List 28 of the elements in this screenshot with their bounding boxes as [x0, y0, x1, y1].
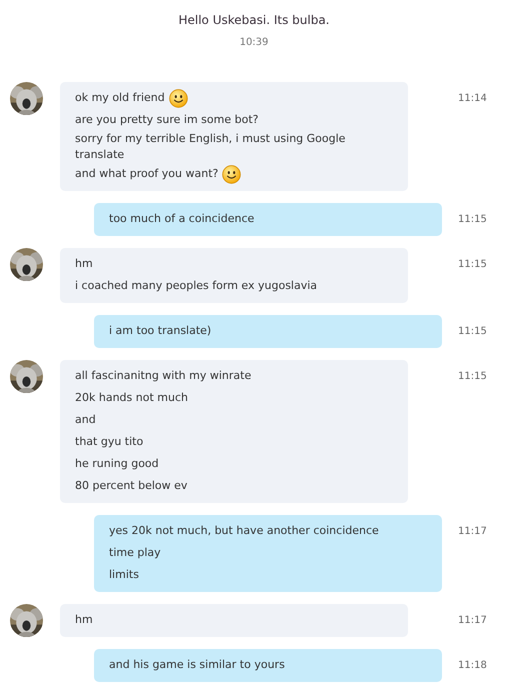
message-text: are you pretty sure im some bot? — [75, 112, 258, 128]
message-text: and — [75, 412, 96, 428]
timestamp: 11:17 — [458, 615, 487, 626]
message-text: yes 20k not much, but have another coincidence — [109, 523, 379, 539]
message-text: all fascinanitng with my winrate — [75, 368, 252, 384]
message-text: that gyu tito — [75, 434, 144, 450]
message-text: i am too translate) — [109, 323, 212, 339]
message-text: 80 percent below ev — [75, 478, 188, 494]
timestamp: 11:15 — [458, 371, 487, 382]
message-text: too much of a coincidence — [109, 211, 254, 227]
timestamp: 11:15 — [458, 326, 487, 337]
message-text: 20k hands not much — [75, 390, 188, 406]
chat-intro-message: Hello Uskebasi. Its bulba. — [178, 13, 330, 27]
message-text: time play — [109, 545, 161, 561]
timestamp: 11:15 — [458, 214, 487, 225]
message-text: ok my old friend — [75, 90, 165, 106]
message-text: and what proof you want? — [75, 166, 218, 182]
message-text: limits — [109, 567, 139, 583]
message-text: i coached many peoples form ex yugoslavia — [75, 278, 318, 294]
message-text: and his game is similar to yours — [109, 657, 285, 673]
message-text: hm — [75, 256, 93, 272]
timestamp: 10:39 — [240, 37, 268, 48]
message-text: hm — [75, 612, 93, 628]
message-text: he runing good — [75, 456, 159, 472]
timestamp: 11:17 — [458, 526, 487, 537]
timestamp: 11:15 — [458, 259, 487, 270]
timestamp: 11:18 — [458, 660, 487, 671]
timestamp: 11:14 — [458, 93, 487, 104]
